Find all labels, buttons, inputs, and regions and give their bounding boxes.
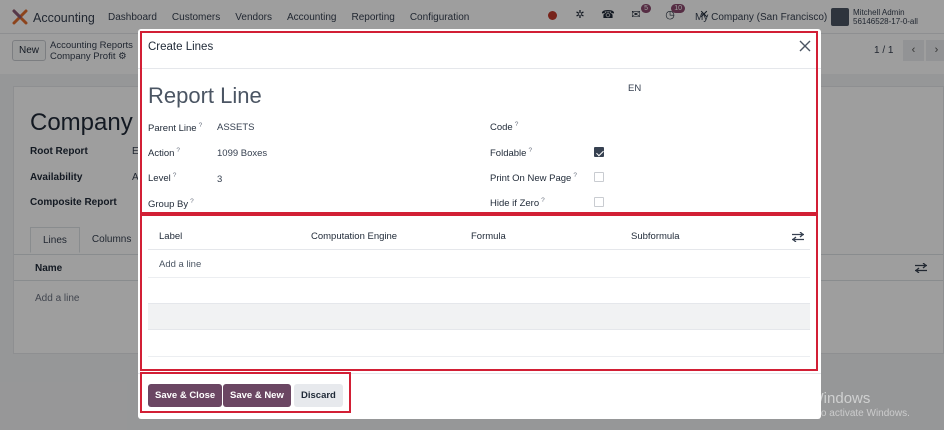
highlight-table-box [140,214,818,371]
highlight-buttons-box [140,372,351,413]
highlight-fields-box [140,31,818,214]
